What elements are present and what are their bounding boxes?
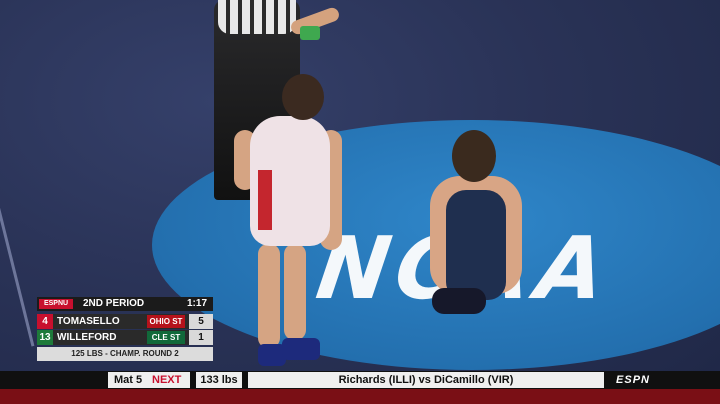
wrestler-row: 13 WILLEFORD CLE ST 1 bbox=[37, 330, 213, 345]
mat-indicator: Mat 5 NEXT bbox=[108, 372, 190, 388]
next-label: NEXT bbox=[152, 374, 182, 386]
round-info: 125 LBS - CHAMP. ROUND 2 bbox=[37, 347, 213, 361]
wrestler-standing-head bbox=[282, 74, 324, 120]
score-bug-header: ESPNU 2ND PERIOD 1:17 bbox=[37, 297, 213, 311]
school-name: CLE ST bbox=[147, 331, 185, 344]
bottom-ticker: Mat 5 NEXT 133 lbs Richards (ILLI) vs Di… bbox=[0, 371, 720, 389]
wrestler-seated-head bbox=[452, 130, 496, 182]
ticker-bottom-band bbox=[0, 389, 720, 404]
wrestler-standing-shoe-right bbox=[282, 338, 320, 360]
match-clock: 1:17 bbox=[186, 298, 207, 309]
seed-number: 4 bbox=[37, 314, 53, 329]
referee-wristband bbox=[300, 26, 320, 40]
school-name: OHIO ST bbox=[147, 315, 185, 328]
mat-label: Mat 5 bbox=[114, 374, 143, 386]
next-matchup: Richards (ILLI) vs DiCamillo (VIR) bbox=[248, 372, 604, 388]
weight-class: 133 lbs bbox=[196, 372, 242, 388]
wrestler-standing-leg-right bbox=[284, 244, 306, 340]
wrestler-name: WILLEFORD bbox=[57, 332, 117, 343]
referee-shirt bbox=[218, 0, 296, 34]
wrestler-row: 4 TOMASELLO OHIO ST 5 bbox=[37, 314, 213, 329]
wrestler-score: 1 bbox=[189, 330, 213, 345]
wrestler-name: TOMASELLO bbox=[57, 316, 120, 327]
wrestler-score: 5 bbox=[189, 314, 213, 329]
period-label: 2ND PERIOD bbox=[83, 298, 145, 309]
seed-number: 13 bbox=[37, 330, 53, 345]
score-bug: ESPNU 2ND PERIOD 1:17 4 TOMASELLO OHIO S… bbox=[37, 297, 213, 363]
wrestler-seated-singlet bbox=[446, 190, 506, 300]
wrestler-seated-feet bbox=[432, 288, 486, 314]
espn-logo: ESPN bbox=[610, 372, 656, 388]
wrestler-standing-leg-left bbox=[258, 244, 280, 348]
wrestler-standing-singlet-stripe bbox=[258, 170, 272, 230]
network-logo: ESPNU bbox=[39, 299, 73, 309]
